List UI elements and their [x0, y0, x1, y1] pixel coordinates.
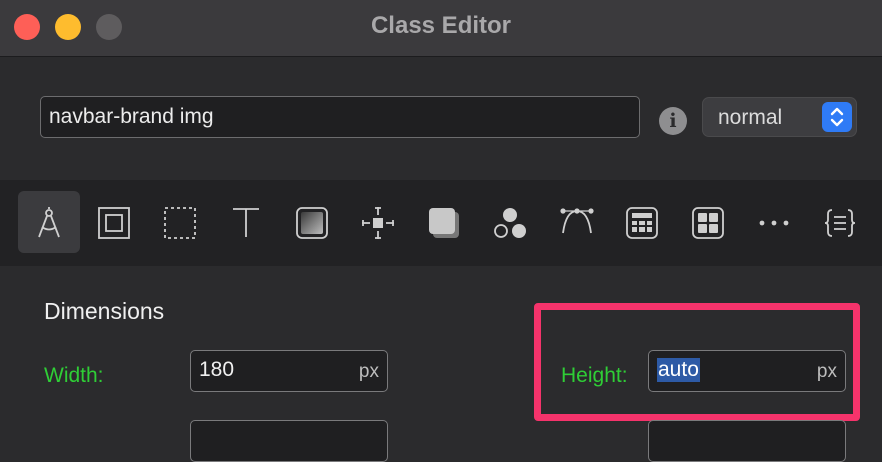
min-height-field[interactable] [648, 420, 846, 462]
compass-icon [38, 207, 60, 238]
state-select[interactable]: normal [702, 97, 857, 137]
spacing-icon [362, 207, 394, 239]
box-model-icon [98, 207, 130, 239]
table-icon [626, 207, 658, 239]
more-icon [759, 220, 789, 226]
title-bar: Class Editor [0, 0, 882, 57]
tool-spacing[interactable] [346, 191, 408, 253]
width-unit: px [358, 361, 379, 382]
tool-text[interactable] [214, 191, 276, 253]
circles-icon [494, 208, 526, 238]
tool-effects[interactable] [478, 191, 540, 253]
width-label: Width: [44, 364, 104, 387]
tool-border[interactable] [148, 191, 210, 253]
tool-more[interactable] [742, 191, 804, 253]
width-value: 180 [199, 358, 235, 381]
window-title: Class Editor [370, 12, 512, 39]
dimensions-heading: Dimensions [44, 298, 165, 324]
state-select-value: normal [718, 106, 783, 129]
tool-transitions[interactable] [544, 191, 606, 253]
css-code-icon [824, 209, 856, 237]
grid-icon [692, 207, 724, 239]
tool-grid[interactable] [676, 191, 738, 253]
width-field[interactable]: 180 px [190, 350, 388, 392]
select-stepper-icon [822, 102, 852, 132]
gradient-icon [296, 207, 328, 239]
border-dashed-icon [164, 207, 196, 239]
tool-background[interactable] [280, 191, 342, 253]
info-icon[interactable]: i [659, 107, 687, 135]
tool-box-model[interactable] [82, 191, 144, 253]
min-width-field[interactable] [190, 420, 388, 462]
bezier-icon [560, 208, 594, 234]
highlight-frame [534, 303, 860, 421]
class-selector-input[interactable] [40, 96, 640, 138]
tool-table[interactable] [610, 191, 672, 253]
text-icon [233, 208, 259, 237]
tool-css-code[interactable] [808, 191, 870, 253]
shadow-icon [429, 208, 459, 238]
tool-shadow[interactable] [412, 191, 474, 253]
tool-layout[interactable] [18, 191, 80, 253]
